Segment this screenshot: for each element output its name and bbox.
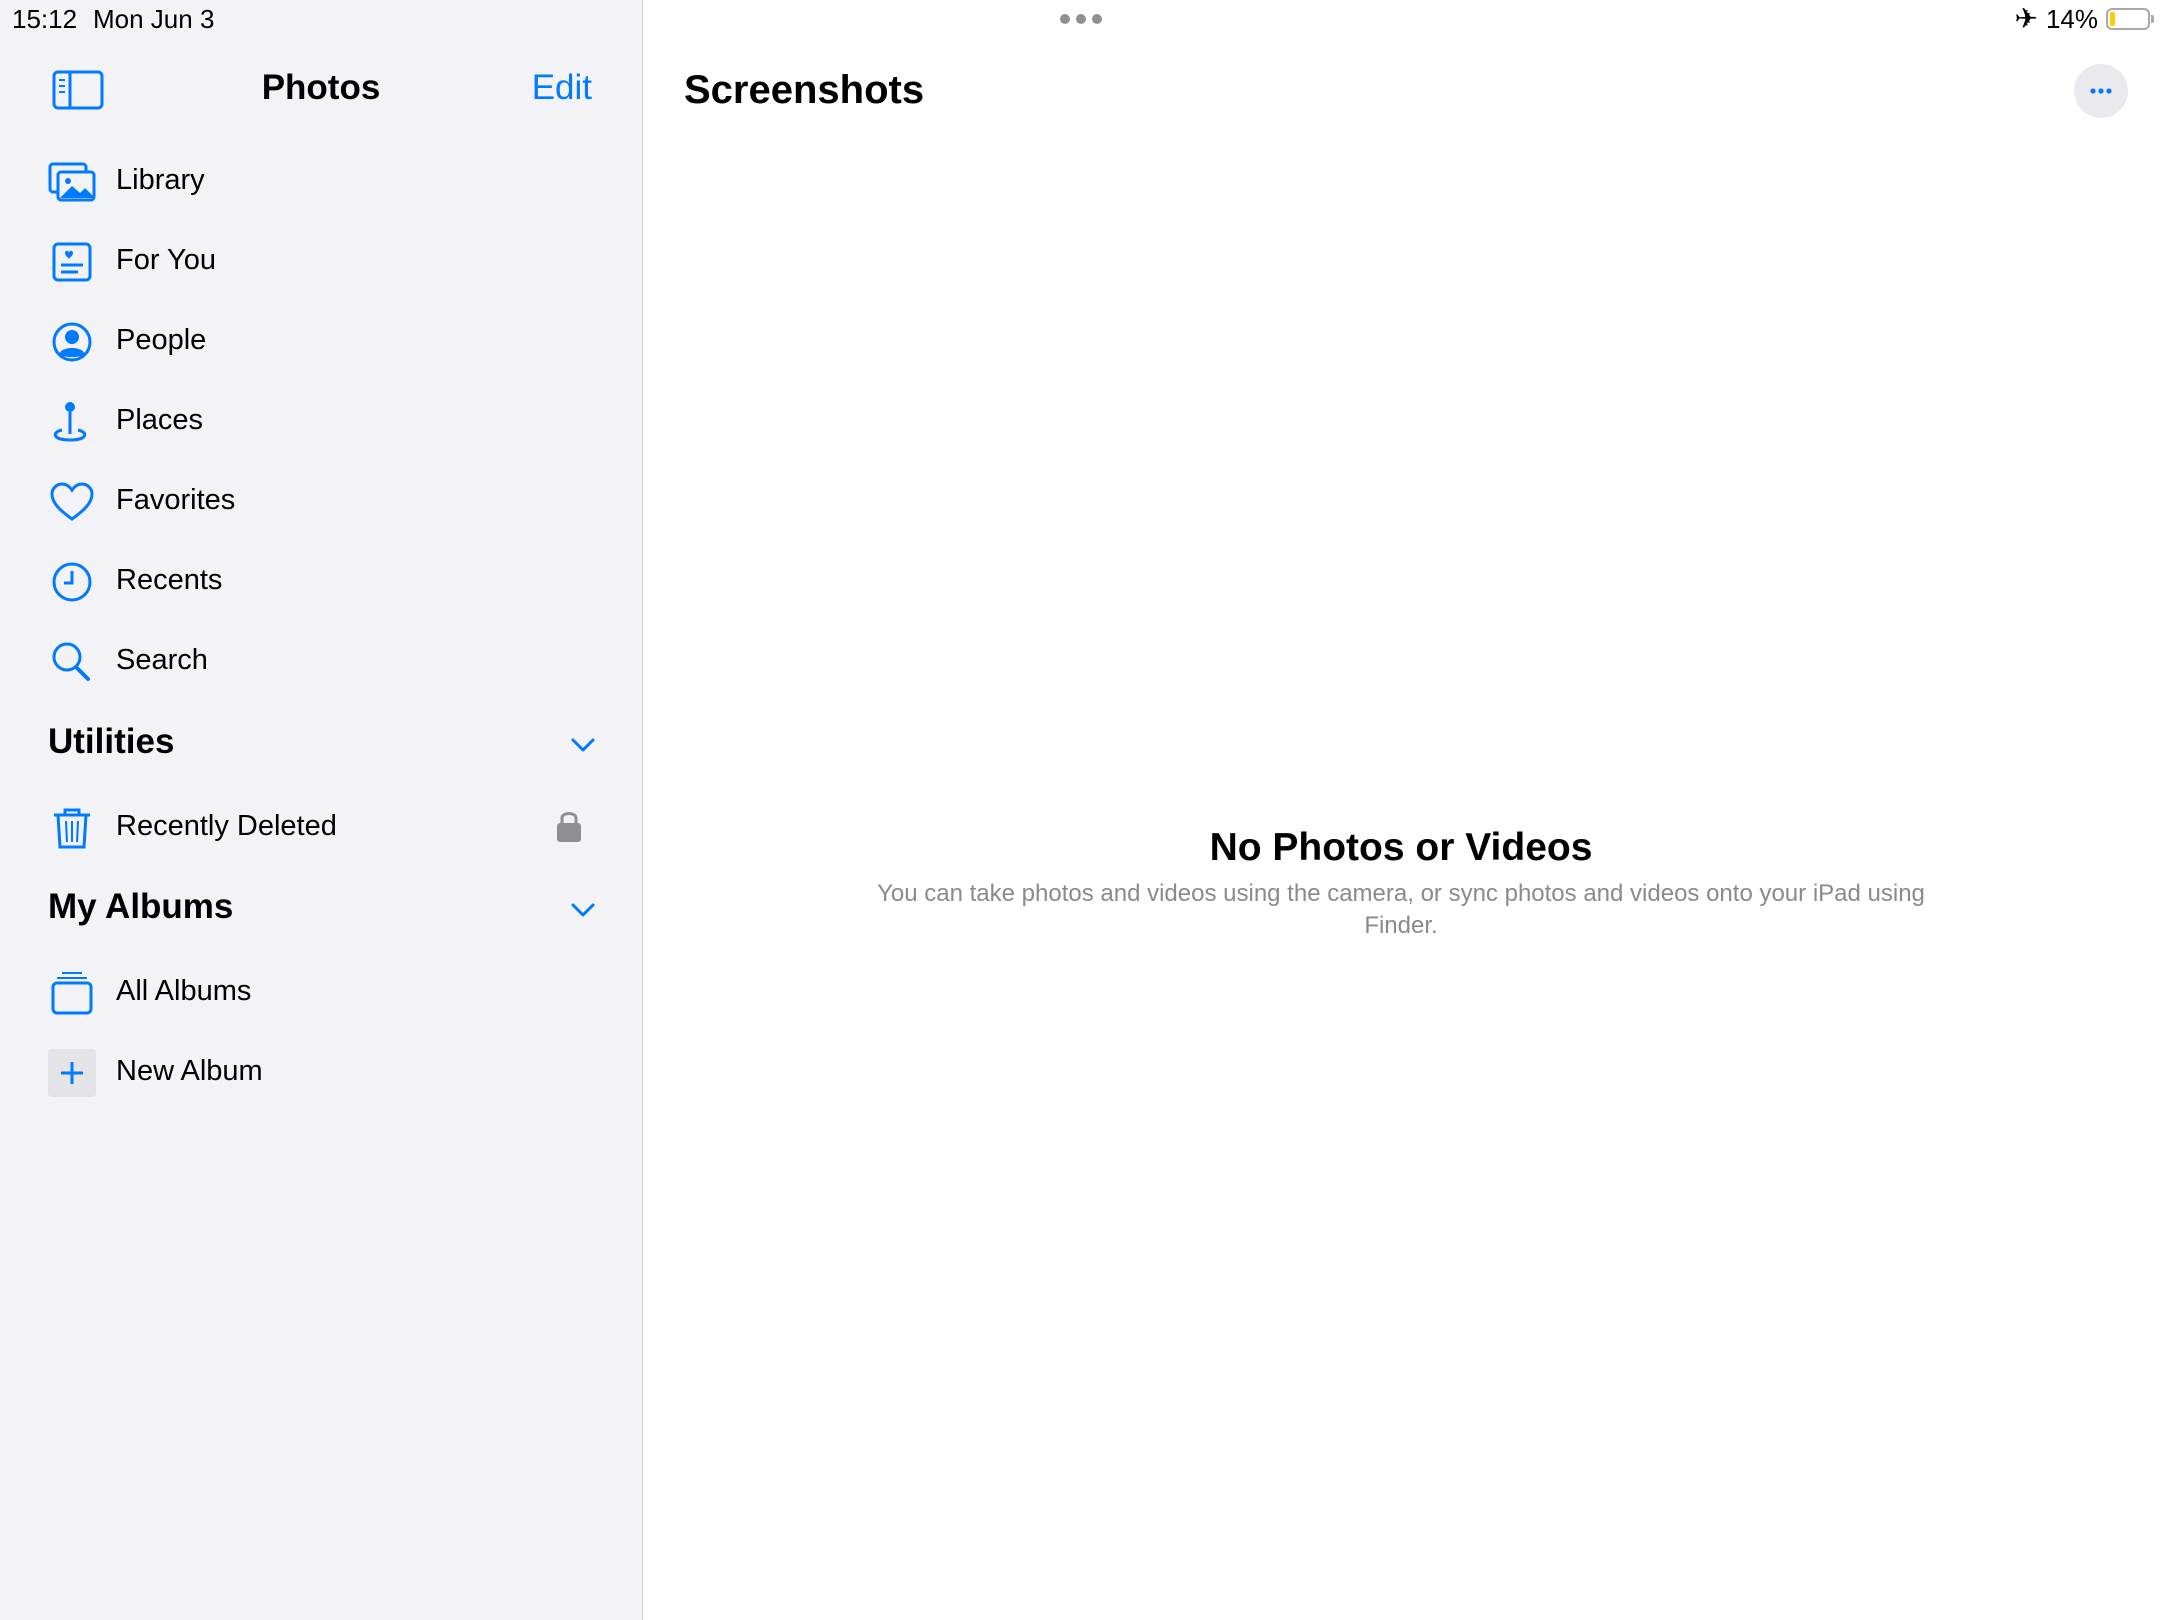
sidebar-item-recents[interactable]: Recents [0, 546, 642, 616]
page-title: Screenshots [684, 68, 925, 112]
sidebar-item-search[interactable]: Search [0, 626, 642, 696]
sidebar-header: Photos Edit [0, 64, 642, 118]
status-bar: 15:12 Mon Jun 3 ✈ 14% [0, 0, 2160, 40]
my-albums-section-title[interactable]: My Albums [48, 887, 233, 927]
for-you-icon [52, 242, 92, 282]
utilities-section-title[interactable]: Utilities [48, 722, 174, 762]
chevron-down-icon[interactable] [568, 730, 598, 760]
multitasking-handle[interactable] [1060, 14, 1102, 24]
sidebar-item-label: Recents [116, 564, 223, 596]
sidebar-item-label: Search [116, 644, 208, 676]
sidebar-item-label: All Albums [116, 975, 252, 1007]
empty-state-subtitle: You can take photos and videos using the… [877, 880, 1925, 939]
edit-button[interactable]: Edit [532, 68, 592, 108]
sidebar-item-library[interactable]: Library [0, 146, 642, 216]
search-icon [52, 642, 90, 681]
sidebar-item-favorites[interactable]: Favorites [0, 466, 642, 536]
sidebar-item-for-you[interactable]: For You [0, 226, 642, 296]
sidebar-item-places[interactable]: Places [0, 386, 642, 456]
sidebar-item-label: Favorites [116, 484, 236, 516]
people-icon [52, 322, 92, 362]
battery-percent: 14% [2045, 3, 2098, 34]
albums-icon [51, 972, 93, 1015]
airplane-icon: ✈ [2014, 3, 2038, 34]
heart-icon [50, 482, 94, 521]
chevron-down-icon[interactable] [568, 895, 598, 925]
ellipsis-icon [2090, 88, 2112, 94]
sidebar-item-label: Recently Deleted [116, 810, 337, 842]
lock-icon [557, 812, 581, 842]
sidebar-item-people[interactable]: People [0, 306, 642, 376]
sidebar: Photos Edit Library For You People Place… [0, 0, 643, 1620]
sidebar-item-label: Places [116, 404, 204, 436]
places-icon [53, 402, 87, 442]
sidebar-item-label: Library [116, 164, 205, 196]
battery-icon [2106, 8, 2154, 30]
sidebar-item-label: People [116, 324, 207, 356]
trash-icon [54, 808, 90, 849]
sidebar-item-all-albums[interactable]: All Albums [0, 957, 642, 1027]
empty-state-title: No Photos or Videos [1209, 826, 1593, 869]
sidebar-item-label: New Album [116, 1055, 263, 1087]
sidebar-item-label: For You [116, 244, 216, 276]
sidebar-item-recently-deleted[interactable]: Recently Deleted [0, 792, 642, 862]
clock-icon [52, 562, 92, 602]
sidebar-item-new-album[interactable]: New Album [0, 1037, 642, 1107]
plus-icon [48, 1049, 96, 1097]
library-icon [48, 162, 96, 202]
status-time: 15:12 [12, 4, 78, 34]
more-button[interactable] [2074, 64, 2128, 118]
status-date: Mon Jun 3 [93, 4, 215, 34]
